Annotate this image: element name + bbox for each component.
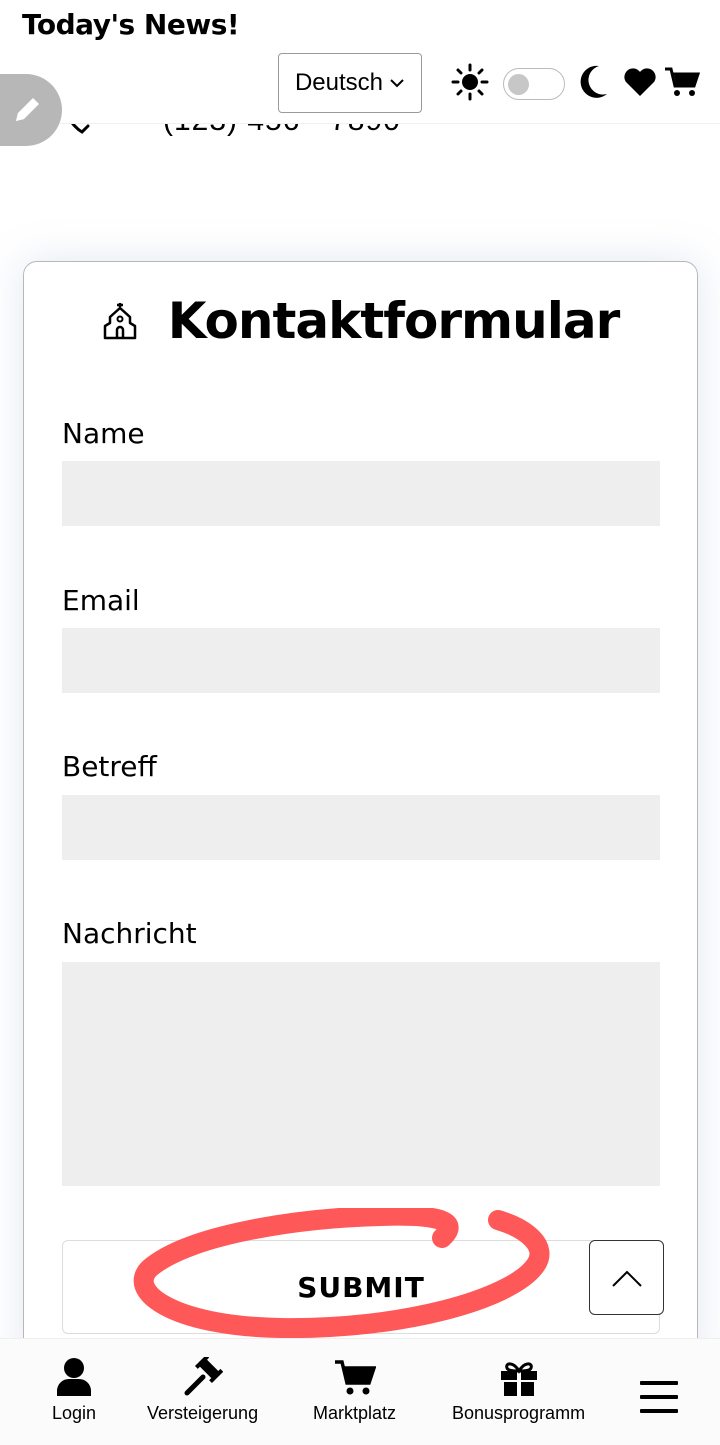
nav-versteigerung[interactable]: Versteigerung [147,1351,258,1424]
email-input[interactable] [62,628,660,693]
chevron-up-icon [611,1270,642,1287]
gavel-icon [184,1357,223,1396]
theme-toggle[interactable] [503,68,565,100]
gift-icon [500,1362,537,1396]
nav-bonusprogramm-label: Bonusprogramm [452,1403,586,1423]
building-icon [103,303,136,340]
submit-button[interactable]: SUBMIT [62,1240,660,1334]
form-title-row: Kontaktformular [24,292,697,350]
name-input[interactable] [62,461,660,526]
user-icon [57,1358,92,1396]
nav-marktplatz[interactable]: Marktplatz [313,1351,396,1424]
subject-input[interactable] [62,795,660,860]
pencil-icon [16,98,39,121]
chevron-down-icon [390,79,404,88]
hamburger-icon[interactable] [640,1381,678,1413]
cart-icon [334,1360,376,1395]
scroll-top-button[interactable] [589,1240,664,1315]
moon-icon[interactable] [576,62,610,102]
name-label: Name [62,417,145,450]
site-title[interactable]: Today's News! [22,8,240,41]
message-label: Nachricht [62,917,197,950]
subject-label: Betreff [62,750,157,783]
nav-login-label: Login [52,1403,97,1423]
message-textarea[interactable] [62,962,660,1186]
heart-icon[interactable] [622,62,658,102]
bottom-nav: Login Versteigerung Marktplatz Bonusprog… [0,1338,720,1445]
nav-login[interactable]: Login [52,1351,96,1424]
sun-icon[interactable] [450,62,490,102]
nav-versteigerung-label: Versteigerung [147,1403,259,1423]
contact-form-card: Kontaktformular Name Email Betreff Nachr… [23,261,698,1371]
form-title: Kontaktformular [167,292,621,350]
language-select[interactable]: Deutsch [278,53,422,113]
language-select-value: Deutsch [294,69,384,96]
nav-bonusprogramm[interactable]: Bonusprogramm [452,1351,585,1424]
email-label: Email [62,584,140,617]
site-header: Today's News! Deutsch [0,0,720,124]
cart-icon[interactable] [663,62,701,102]
nav-marktplatz-label: Marktplatz [313,1403,397,1423]
toggle-knob [508,74,529,95]
